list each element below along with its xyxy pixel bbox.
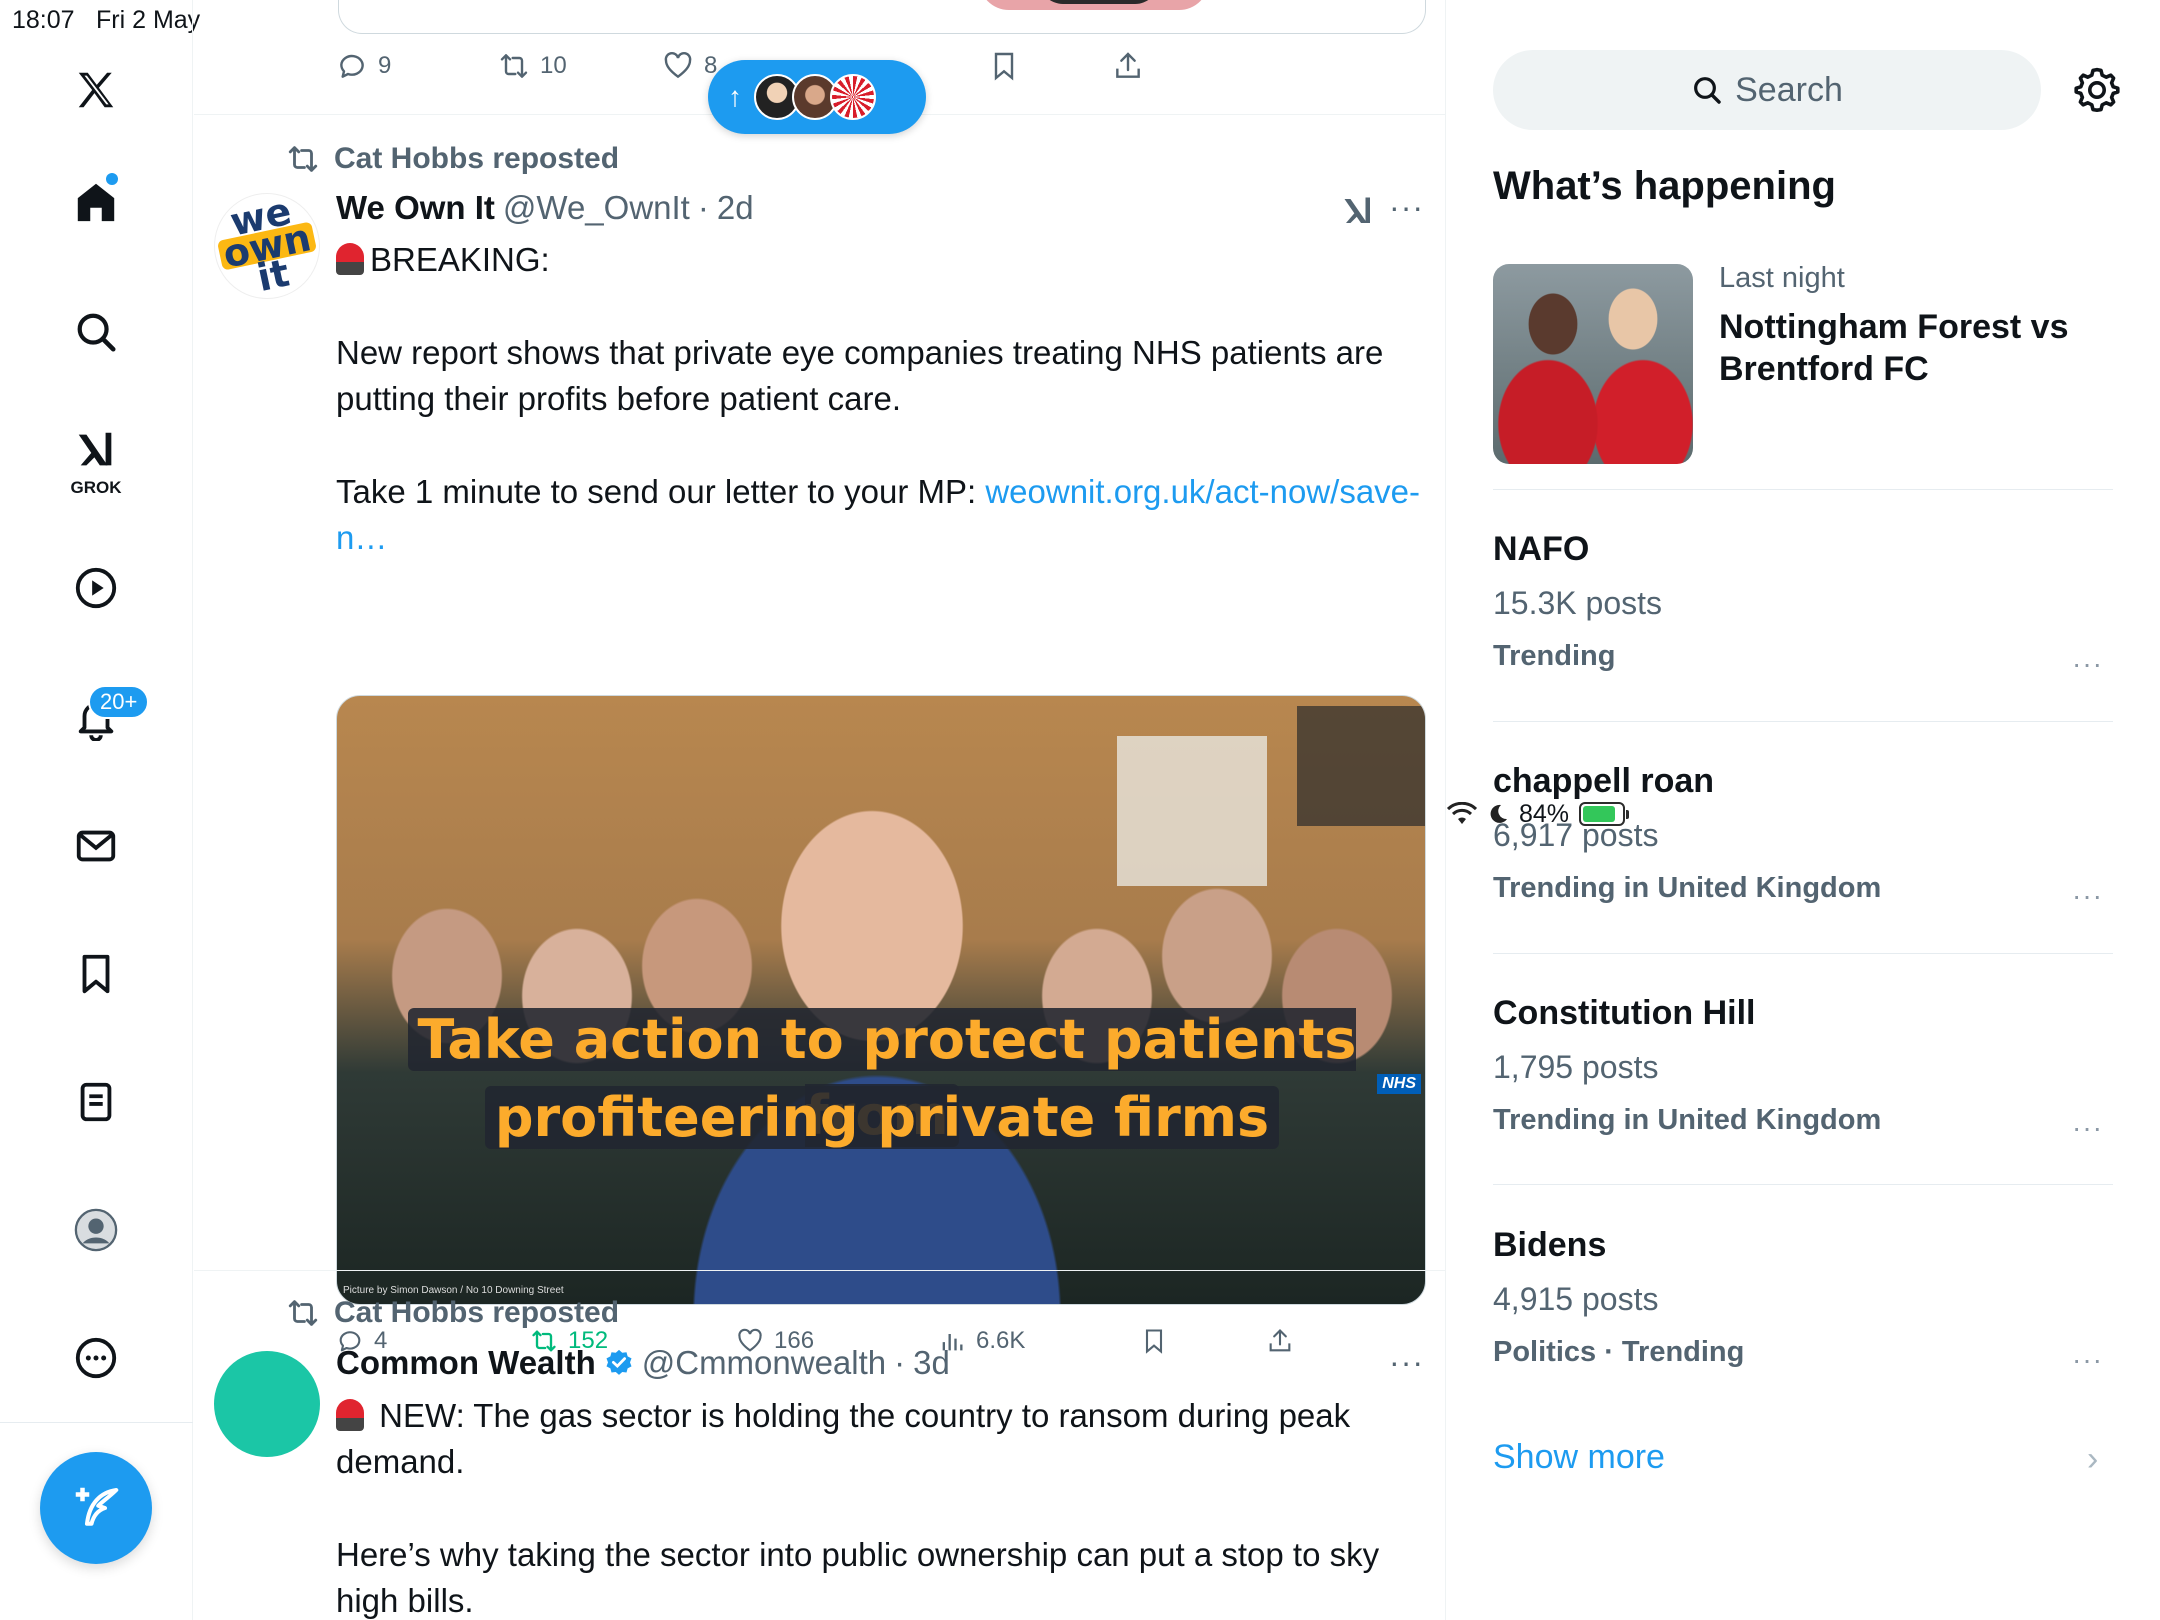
compose-feather-icon	[75, 1487, 119, 1526]
profile-avatar-icon[interactable]	[66, 1200, 126, 1260]
new-post-avatar	[830, 74, 876, 120]
bookmark-icon	[994, 52, 1014, 81]
trend-more-icon[interactable]: ···	[2072, 1344, 2103, 1376]
trend-divider	[1493, 489, 2113, 490]
post-header: Common Wealth @Cmmonwealth · 3d	[336, 1344, 950, 1382]
trend-divider	[1493, 953, 2113, 954]
image-overlay-text: profiteering private firms	[484, 1086, 1280, 1149]
messages-icon[interactable]	[66, 816, 126, 876]
post-more-icon[interactable]: ···	[1389, 1344, 1424, 1381]
event-title[interactable]: Nottingham Forest vs Brentford FC	[1719, 306, 2119, 390]
post-text: NEW: The gas sector is holding the count…	[336, 1397, 1360, 1480]
reply-icon	[340, 54, 364, 78]
post-time[interactable]: 2d	[717, 189, 754, 227]
post-text: New report shows that private eye compan…	[336, 334, 1393, 417]
reply-button[interactable]: 9	[336, 50, 391, 82]
settings-gear-icon[interactable]	[2073, 66, 2121, 114]
event-image[interactable]	[1493, 264, 1693, 464]
more-options-icon[interactable]	[66, 1328, 126, 1388]
trend-more-icon[interactable]: ···	[2072, 648, 2103, 680]
trend-name: Bidens	[1493, 1226, 1607, 1264]
chevron-right-icon: ›	[2087, 1440, 2099, 1478]
repost-button[interactable]: 10	[498, 50, 567, 82]
siren-emoji-icon	[336, 1399, 364, 1431]
arrow-up-icon: ↑	[728, 81, 742, 112]
siren-emoji-icon	[336, 243, 364, 275]
repost-indicator: Cat Hobbs reposted	[286, 142, 619, 176]
repost-by-label: Cat Hobbs reposted	[334, 1296, 620, 1329]
author-handle[interactable]: @We_OwnIt	[503, 189, 690, 227]
right-sidebar: Search What’s happening Last night Notti…	[1447, 0, 2160, 1620]
event-meta: Last night	[1719, 262, 1845, 294]
repost-by-label: Cat Hobbs reposted	[334, 142, 620, 175]
search-icon	[1694, 77, 1721, 104]
trend-item[interactable]: chappell roan 6,917 posts Trending in Un…	[1493, 762, 2113, 922]
left-nav: GROK 20+	[0, 0, 193, 1620]
trend-name: NAFO	[1493, 530, 1590, 568]
home-unread-dot	[106, 173, 118, 185]
post-text: Here’s why taking the sector into public…	[336, 1536, 1389, 1619]
trend-more-icon[interactable]: ···	[2072, 1112, 2103, 1144]
post-common-wealth[interactable]: Cat Hobbs reposted Common Wealth @Cmmonw…	[194, 1271, 1445, 1620]
post-image[interactable]: Take action to protect patients from pro…	[336, 695, 1426, 1305]
trend-meta: Trending in United Kingdom	[1493, 872, 1882, 904]
trend-meta: Politics · Trending	[1493, 1336, 1745, 1368]
post-text: Take 1 minute to send our letter to your…	[336, 473, 1421, 556]
trend-name: Constitution Hill	[1493, 994, 1756, 1032]
nhs-badge: NHS	[1377, 1074, 1421, 1094]
trend-count: 1,795 posts	[1493, 1049, 1659, 1085]
repost-icon	[288, 1300, 318, 1326]
trend-item[interactable]: NAFO 15.3K posts Trending ···	[1493, 530, 2113, 690]
trend-meta: Trending in United Kingdom	[1493, 1104, 1882, 1136]
author-name[interactable]: We Own It	[336, 189, 495, 227]
bookmarks-icon[interactable]	[66, 944, 126, 1004]
trend-name: chappell roan	[1493, 762, 1715, 800]
post-header: We Own It @We_OwnIt · 2d	[336, 189, 754, 227]
video-icon[interactable]	[66, 558, 126, 618]
share-button[interactable]	[1112, 50, 1144, 82]
verified-badge-icon	[606, 1349, 632, 1375]
author-handle[interactable]: @Cmmonwealth	[642, 1344, 886, 1382]
search-nav-icon[interactable]	[66, 302, 126, 362]
author-avatar[interactable]	[214, 1351, 320, 1457]
trend-meta: Trending	[1493, 640, 1616, 672]
post-text: BREAKING:	[336, 237, 1426, 283]
trend-item[interactable]: Bidens 4,915 posts Politics · Trending ·…	[1493, 1226, 2113, 1386]
grok-label: GROK	[70, 478, 122, 497]
post-we-own-it[interactable]: Cat Hobbs reposted we own it We Own It @…	[194, 115, 1445, 1354]
repost-indicator: Cat Hobbs reposted	[286, 1296, 619, 1330]
trend-divider	[1493, 1184, 2113, 1185]
post-time[interactable]: 3d	[913, 1344, 950, 1382]
like-button[interactable]: 8	[662, 50, 717, 82]
post-more-icon[interactable]: ···	[1389, 189, 1424, 226]
bookmark-button[interactable]	[988, 50, 1020, 82]
x-logo-icon[interactable]	[66, 60, 126, 120]
compose-button[interactable]	[40, 1452, 152, 1564]
repost-icon	[288, 146, 318, 172]
share-icon	[1116, 52, 1140, 78]
trend-more-icon[interactable]: ···	[2072, 880, 2103, 912]
grok-icon[interactable]	[66, 420, 126, 480]
trend-divider	[1493, 721, 2113, 722]
repost-icon	[500, 54, 528, 78]
nav-divider	[0, 1422, 193, 1423]
grok-explain-icon[interactable]	[1340, 193, 1376, 229]
trend-count: 15.3K posts	[1493, 585, 1662, 621]
previous-post-media[interactable]	[338, 0, 1426, 34]
lists-icon[interactable]	[66, 1072, 126, 1132]
author-name[interactable]: Common Wealth	[336, 1344, 596, 1382]
trend-count: 6,917 posts	[1493, 817, 1659, 853]
whats-happening-title: What’s happening	[1493, 164, 1836, 208]
trend-count: 4,915 posts	[1493, 1281, 1659, 1317]
timeline-feed[interactable]: 9 10 8 ↑ Cat Hobbs reposted we own it We…	[194, 0, 1446, 1620]
search-placeholder: Search	[1735, 70, 1843, 109]
heart-icon	[664, 52, 692, 79]
author-avatar[interactable]: we own it	[204, 183, 330, 309]
show-more-link[interactable]: Show more	[1493, 1438, 1665, 1477]
trend-item[interactable]: Constitution Hill 1,795 posts Trending i…	[1493, 994, 2113, 1154]
search-bar[interactable]: Search	[1493, 50, 2041, 130]
notifications-badge: 20+	[88, 685, 150, 719]
